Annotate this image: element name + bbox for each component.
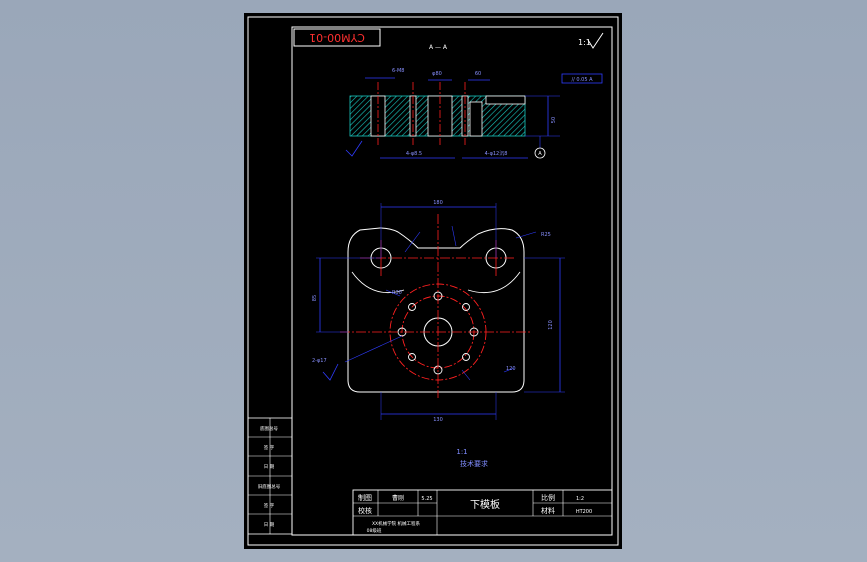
tolerance-frame: // 0.05 A — [571, 77, 593, 83]
dim-bottom-right: 4-φ12沉8 — [485, 150, 508, 157]
dim-fillet-radius: R30 — [392, 290, 402, 296]
note-line-1: 1:1 — [456, 448, 467, 456]
title-class: 08级班 — [367, 527, 382, 534]
strip-row-6: 日 期 — [264, 522, 275, 528]
dim-plan-left: 85 — [312, 295, 318, 301]
strip-row-5: 签 字 — [264, 502, 275, 509]
title-scale-label: 比例 — [541, 493, 555, 502]
section-label: A — A — [429, 44, 448, 51]
datum-a-label: A — [538, 151, 542, 157]
title-part-name: 下模板 — [470, 498, 500, 511]
drawing-code: CYM00-01 — [309, 31, 365, 44]
dim-hole-note: 2-φ17 — [312, 358, 327, 364]
strip-row-1: 底图总号 — [260, 425, 278, 432]
strip-row-2: 签 字 — [264, 444, 275, 451]
title-material-label: 材料 — [541, 506, 555, 515]
title-designer: 曹刚 — [392, 494, 404, 502]
title-date: 5.25 — [421, 496, 432, 502]
title-check-label: 校核 — [358, 506, 372, 515]
cad-drawing-canvas[interactable]: CYM00-01 1:1 A — A A // 0.05 A 6-M8 φ80 … — [0, 0, 867, 562]
note-line-2: 技术要求 — [460, 459, 488, 468]
roughness-note-top: 1:1 — [578, 38, 591, 47]
dim-plan-right: 120 — [548, 320, 554, 330]
dim-corner-radius: R25 — [541, 232, 551, 238]
title-material-value: HT200 — [576, 509, 592, 515]
dim-top-right: 60 — [475, 71, 481, 77]
dim-plan-bottom: 130 — [433, 417, 443, 423]
strip-row-3: 日 期 — [264, 464, 275, 470]
dim-bottom-left: 4-φ8.5 — [406, 151, 422, 157]
title-scale-value: 1:2 — [576, 496, 584, 502]
dim-mid-width: 120 — [506, 366, 516, 372]
strip-row-4: 旧底图总号 — [258, 483, 281, 490]
dim-top-mid: φ80 — [432, 71, 442, 77]
drawing-sheet — [244, 13, 622, 549]
title-design-label: 制图 — [358, 493, 372, 502]
dim-thickness: 50 — [551, 117, 557, 123]
title-school: XX机械学院 机械工程系 — [372, 520, 421, 527]
dim-plan-top: 180 — [433, 200, 443, 206]
dim-top-left: 6-M8 — [392, 68, 404, 74]
